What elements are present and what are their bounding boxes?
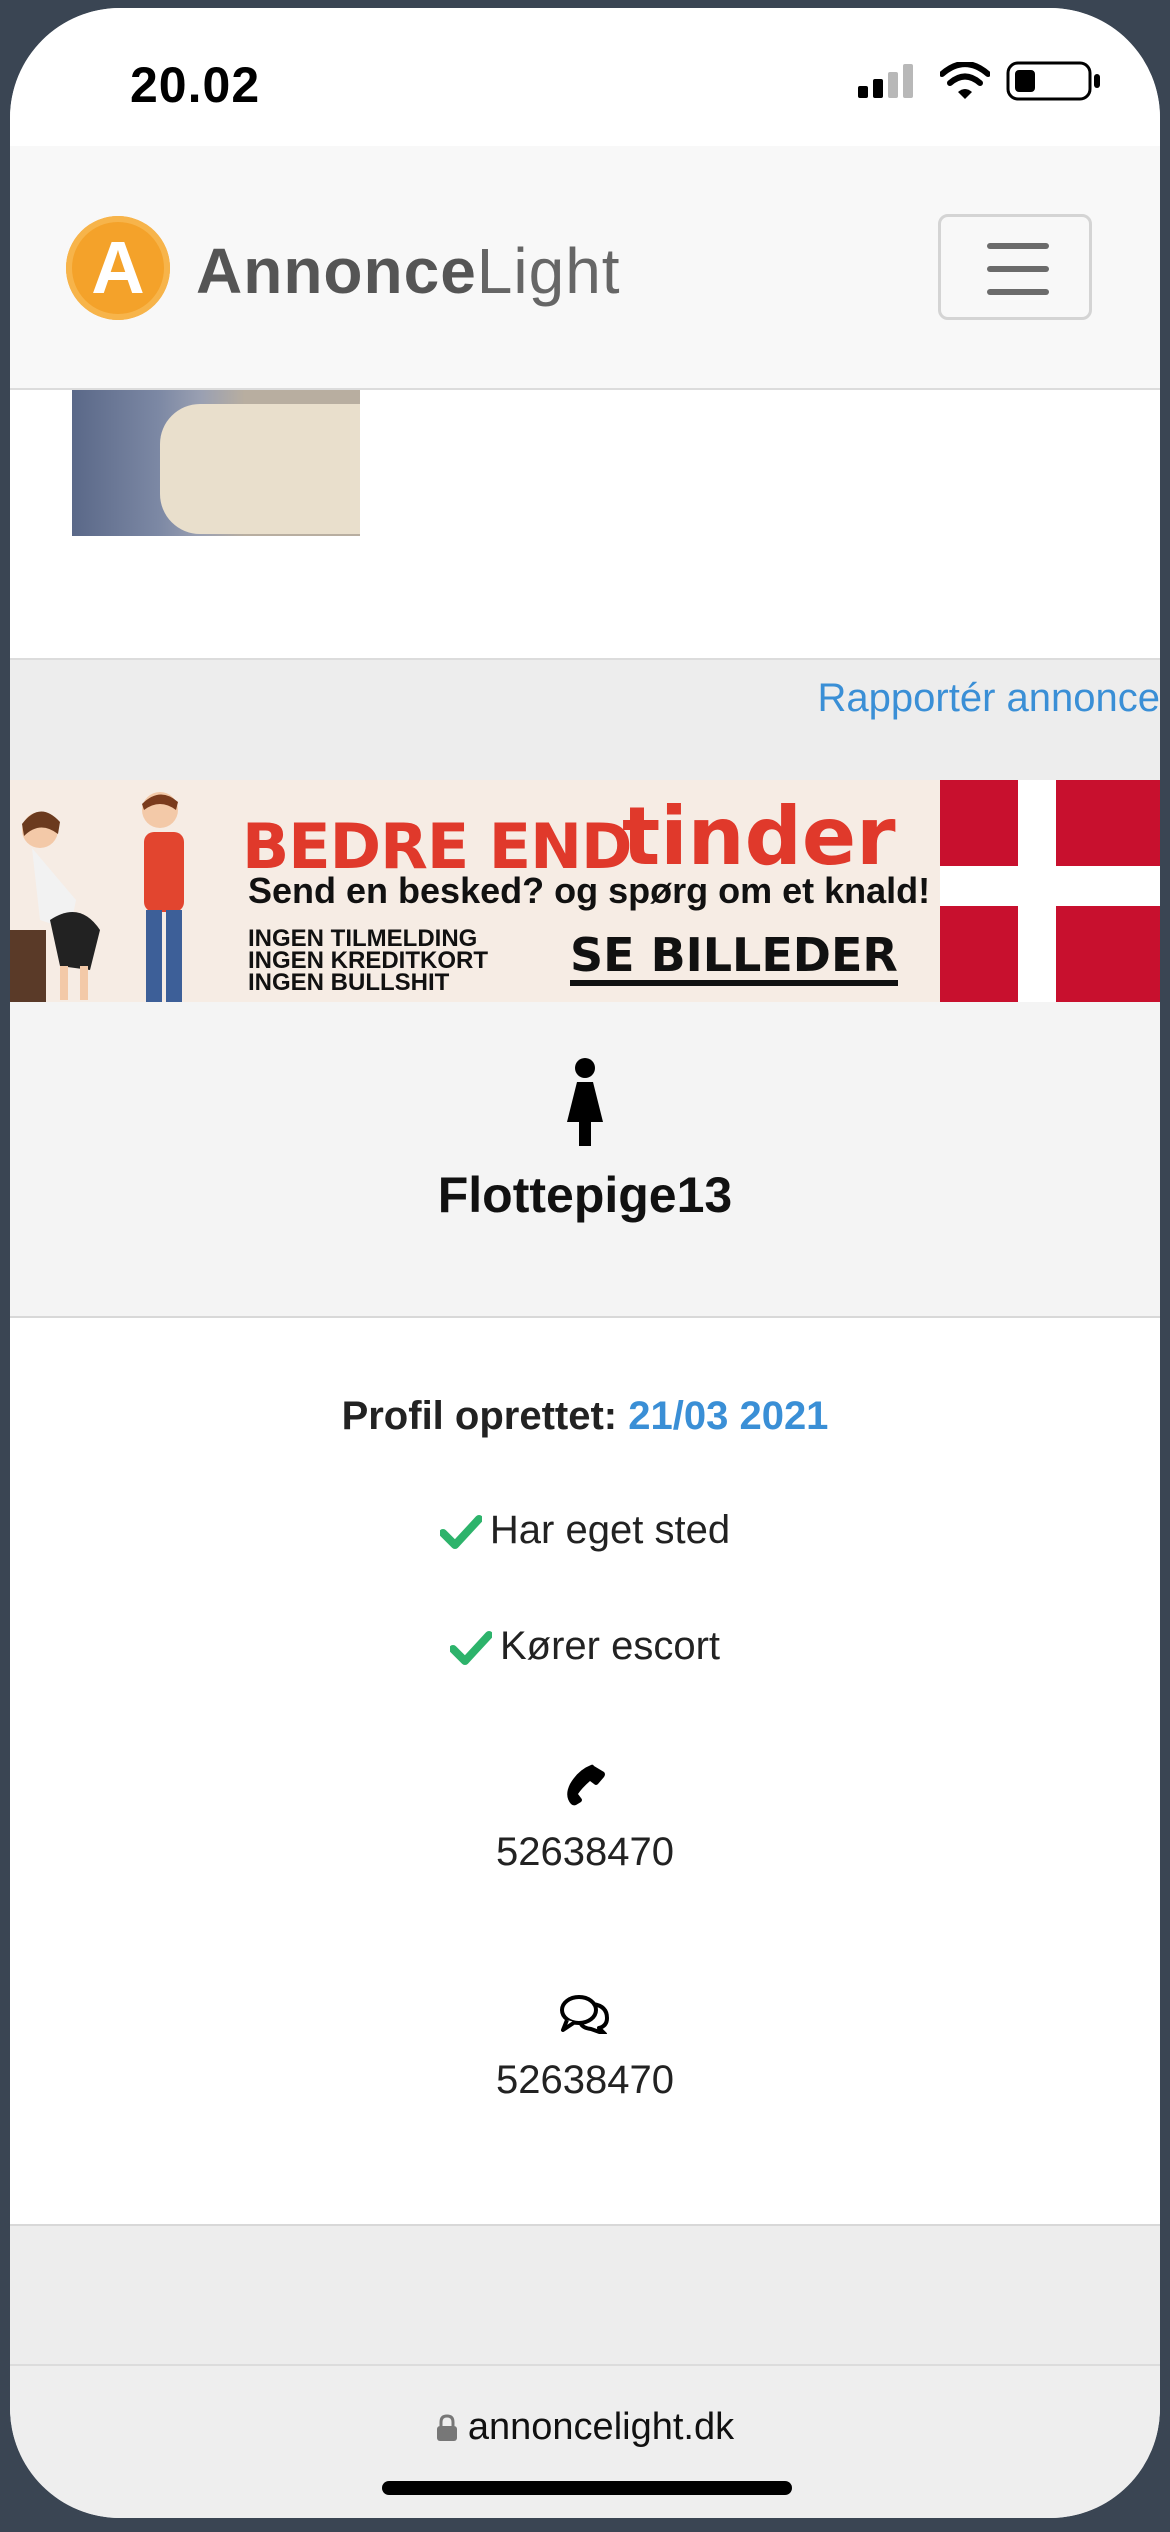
menu-bar-icon [987, 266, 1049, 272]
banner-bullet: INGEN BULLSHIT [248, 969, 450, 996]
home-indicator[interactable] [382, 2481, 792, 2495]
profile-username: Flottepige13 [437, 1167, 733, 1223]
address-bar[interactable]: annoncelight.dk [10, 2406, 1160, 2449]
hamburger-menu-button[interactable] [938, 214, 1092, 320]
phone-screen: 20.02 A AnnonceLight Rapportér annonce B… [10, 8, 1160, 2518]
annoncelight-logo-icon[interactable]: A [66, 216, 170, 320]
wifi-icon [940, 62, 990, 99]
feature-item: Kører escort [10, 1624, 1160, 1669]
checkmark-icon [449, 1631, 492, 1666]
banner-subline: Send en besked? og spørg om et knald! [248, 870, 931, 911]
menu-bar-icon [987, 289, 1049, 295]
phone-icon[interactable] [564, 1764, 606, 1806]
feature-label: Kører escort [499, 1624, 721, 1668]
danish-flag [940, 780, 1160, 1002]
feature-item: Har eget sted [10, 1508, 1160, 1553]
battery-icon [1006, 61, 1100, 101]
brand-bold: Annonce [196, 235, 477, 307]
sms-icon-wrap [10, 1994, 1160, 2039]
feature-label: Har eget sted [489, 1508, 731, 1552]
profile-header: Flottepige13 [10, 1002, 1160, 1318]
ad-photo-thumbnail[interactable] [72, 390, 360, 536]
ad-image-card [10, 390, 1160, 660]
brand-light: Light [476, 235, 621, 307]
created-date: 21/03 2021 [628, 1394, 829, 1438]
created-label: Profil oprettet: [341, 1394, 618, 1438]
report-ad-link[interactable]: Rapportér annonce [818, 676, 1160, 721]
checkmark-icon [439, 1515, 482, 1550]
cartoon-couple-illustration [10, 792, 184, 1002]
status-time: 20.02 [130, 57, 261, 113]
banner-cta[interactable]: SE BILLEDER [570, 930, 898, 986]
lock-icon [436, 2414, 457, 2441]
pillow-shape [160, 404, 360, 534]
cellular-signal-icon [858, 64, 913, 98]
profile-details: Profil oprettet: 21/03 2021 Har eget ste… [10, 1318, 1160, 2226]
url-text: annoncelight.dk [467, 2406, 735, 2448]
banner-bullets: INGEN TILMELDING INGEN KREDITKORT INGEN … [248, 927, 488, 996]
sms-number[interactable]: 52638470 [10, 2058, 1160, 2103]
profile-created-row: Profil oprettet: 21/03 2021 [10, 1394, 1160, 1439]
phone-number[interactable]: 52638470 [10, 1830, 1160, 1875]
browser-bottom-bar: annoncelight.dk [10, 2364, 1160, 2518]
brand-logo-text[interactable]: AnnonceLight [196, 234, 621, 308]
logo-letter: A [91, 226, 145, 309]
menu-bar-icon [987, 243, 1049, 249]
flag-cross-horizontal [940, 866, 1160, 906]
female-icon [567, 1058, 603, 1146]
site-navbar: A AnnonceLight [10, 146, 1160, 390]
chat-bubbles-icon[interactable] [559, 1994, 611, 2036]
status-bar: 20.02 [10, 8, 1160, 146]
advertisement-banner[interactable]: BEDRE END tinder Send en besked? og spør… [10, 780, 1160, 1002]
phone-icon-wrap [10, 1764, 1160, 1811]
